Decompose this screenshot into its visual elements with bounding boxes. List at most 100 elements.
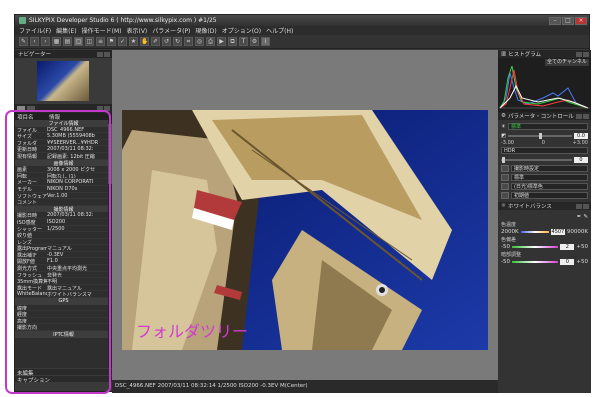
text-icon[interactable]: T bbox=[239, 37, 248, 46]
menu-develop[interactable]: 現像(D) bbox=[195, 26, 216, 35]
navigator-panel bbox=[15, 58, 112, 104]
spot-icon[interactable]: ◎ bbox=[195, 37, 204, 46]
tint-value[interactable]: 2 bbox=[560, 243, 575, 250]
menu-help[interactable]: ヘルプ(H) bbox=[266, 26, 293, 35]
param-icon: ⚙ bbox=[501, 113, 506, 119]
temp-slider[interactable] bbox=[520, 230, 549, 233]
batch-icon[interactable]: ⧉ bbox=[228, 37, 237, 46]
folder-tree-annotation: フォルダツリー bbox=[136, 322, 249, 341]
hdr-slider-knob[interactable] bbox=[502, 156, 506, 163]
histogram-channel-select[interactable]: 全てのチャンネル bbox=[545, 59, 589, 66]
pen-tool-icon[interactable]: ✎ bbox=[19, 37, 28, 46]
rotate-right-icon[interactable]: ↻ bbox=[173, 37, 182, 46]
close-button[interactable]: × bbox=[575, 16, 587, 25]
exposure-value[interactable]: 0.0 bbox=[574, 132, 588, 139]
picker-icon[interactable]: ✐ bbox=[151, 37, 160, 46]
style-select[interactable]: 撮影時設定 bbox=[511, 165, 588, 172]
sharpness-icon bbox=[501, 192, 509, 199]
menu-option[interactable]: オプション(O) bbox=[222, 26, 261, 35]
app-icon bbox=[19, 17, 26, 24]
tint-max: +50 bbox=[576, 243, 588, 250]
hdr-select[interactable]: HDR bbox=[501, 147, 588, 154]
panel-pin-icon[interactable] bbox=[97, 51, 103, 57]
exposure-icon: ☀ bbox=[501, 123, 506, 130]
toolbar: ✎ ‹ › ▦ ▤ ▢ ◫ ≡ ⚑ ✓ ★ ✋ ✐ ↺ ↻ ⌗ ◎ ⎙ ▶ ⧉ … bbox=[15, 35, 589, 49]
minimize-button[interactable]: – bbox=[549, 16, 561, 25]
sharp-row: 初期値 bbox=[501, 191, 588, 200]
hdr-value-row: 0 bbox=[501, 155, 588, 164]
wb-panel: ✒ ✎ 色温度 2000K 4507 90000K 色偏差 -50 2 +50 … bbox=[498, 210, 591, 268]
sharpness-select[interactable]: 初期値 bbox=[511, 192, 588, 199]
temp-row: 2000K 4507 90000K bbox=[501, 227, 588, 236]
photo-preview[interactable]: フォルダツリー bbox=[122, 110, 488, 350]
mark-icon[interactable]: ✓ bbox=[118, 37, 127, 46]
flag-icon[interactable]: ⚑ bbox=[107, 37, 116, 46]
tone-select[interactable]: 標準 bbox=[511, 174, 588, 181]
menu-parameter[interactable]: パラメータ(P) bbox=[152, 26, 190, 35]
navigator-thumbnail[interactable] bbox=[37, 61, 89, 101]
exposure-bias-icon: ◩ bbox=[501, 132, 507, 139]
panel-close-icon[interactable] bbox=[583, 113, 589, 119]
histogram-icon: ▥ bbox=[501, 51, 507, 57]
dark-min: -50 bbox=[501, 258, 510, 265]
thumb-view-icon[interactable]: ▤ bbox=[63, 37, 72, 46]
tint-row: -50 2 +50 bbox=[501, 242, 588, 251]
tint-min: -50 bbox=[501, 243, 510, 250]
exposure-row: ◩ 0.0 bbox=[501, 131, 588, 140]
hdr-value[interactable]: 0 bbox=[574, 156, 588, 163]
settings-icon[interactable]: ⚙ bbox=[250, 37, 259, 46]
menu-bar: ファイル(F) 編集(E) 操作モード(M) 表示(V) パラメータ(P) 現像… bbox=[15, 26, 589, 35]
exposure-max: +3.00 bbox=[572, 140, 588, 146]
param-panel: ☀ 標準 ◩ 0.0 -3.00 0 +3.00 HDR 0 撮影時設定 標準 … bbox=[498, 120, 591, 202]
panel-pin-icon[interactable] bbox=[576, 203, 582, 209]
dark-max: +50 bbox=[576, 258, 588, 265]
wb-icon: ☼ bbox=[501, 203, 506, 209]
develop-icon[interactable]: ▶ bbox=[217, 37, 226, 46]
wb-title: ホワイトバランス bbox=[507, 204, 552, 210]
navigator-title-bar: ナビゲーター bbox=[15, 50, 112, 58]
grid-view-icon[interactable]: ▦ bbox=[52, 37, 61, 46]
info-icon[interactable]: i bbox=[261, 37, 270, 46]
hand-tool-icon[interactable]: ✋ bbox=[140, 37, 149, 46]
maximize-button[interactable]: □ bbox=[562, 16, 574, 25]
panel-close-icon[interactable] bbox=[583, 203, 589, 209]
dark-value[interactable]: 0 bbox=[560, 258, 575, 265]
temp-value[interactable]: 4507 bbox=[550, 228, 565, 235]
panel-pin-icon[interactable] bbox=[576, 113, 582, 119]
back-icon[interactable]: ‹ bbox=[30, 37, 39, 46]
color-select[interactable]: (日光)標準色 bbox=[511, 183, 588, 190]
exposure-slider[interactable] bbox=[508, 132, 572, 139]
tone-icon bbox=[501, 174, 509, 181]
eyedropper-icon[interactable]: ✒ bbox=[577, 214, 582, 220]
single-view-icon[interactable]: ▢ bbox=[74, 37, 83, 46]
menu-file[interactable]: ファイル(F) bbox=[19, 26, 51, 35]
dark-slider[interactable] bbox=[511, 260, 559, 263]
panel-close-icon[interactable] bbox=[583, 51, 589, 57]
star-icon[interactable]: ★ bbox=[129, 37, 138, 46]
eyedropper-gray-icon[interactable]: ✎ bbox=[583, 214, 588, 220]
histogram-title: ヒストグラム bbox=[508, 52, 542, 58]
list-view-icon[interactable]: ≡ bbox=[96, 37, 105, 46]
rotate-left-icon[interactable]: ↺ bbox=[162, 37, 171, 46]
mode-select[interactable]: 標準 bbox=[507, 123, 588, 130]
panel-pin-icon[interactable] bbox=[576, 51, 582, 57]
param-title-bar: ⚙ パラメータ・コントロール bbox=[498, 112, 591, 120]
forward-icon[interactable]: › bbox=[41, 37, 50, 46]
exposure-min: -3.00 bbox=[501, 140, 514, 146]
panel-close-icon[interactable] bbox=[104, 51, 110, 57]
crop-icon[interactable]: ⌗ bbox=[184, 37, 193, 46]
menu-mode[interactable]: 操作モード(M) bbox=[82, 26, 122, 35]
print-icon[interactable]: ⎙ bbox=[206, 37, 215, 46]
window-title: SILKYPIX Developer Studio 6 ( http://www… bbox=[29, 17, 217, 24]
preview-area[interactable]: フォルダツリー bbox=[112, 50, 498, 380]
style-row: 撮影時設定 bbox=[501, 164, 588, 173]
tint-slider[interactable] bbox=[511, 245, 559, 248]
hdr-slider[interactable] bbox=[501, 156, 572, 163]
menu-view[interactable]: 表示(V) bbox=[126, 26, 147, 35]
menu-edit[interactable]: 編集(E) bbox=[56, 26, 76, 35]
histogram-title-bar: ▥ ヒストグラム bbox=[498, 50, 591, 58]
compare-view-icon[interactable]: ◫ bbox=[85, 37, 94, 46]
exposure-slider-knob[interactable] bbox=[538, 132, 542, 139]
histogram-panel: 全てのチャンネル bbox=[498, 58, 591, 112]
tone-row: 標準 bbox=[501, 173, 588, 182]
